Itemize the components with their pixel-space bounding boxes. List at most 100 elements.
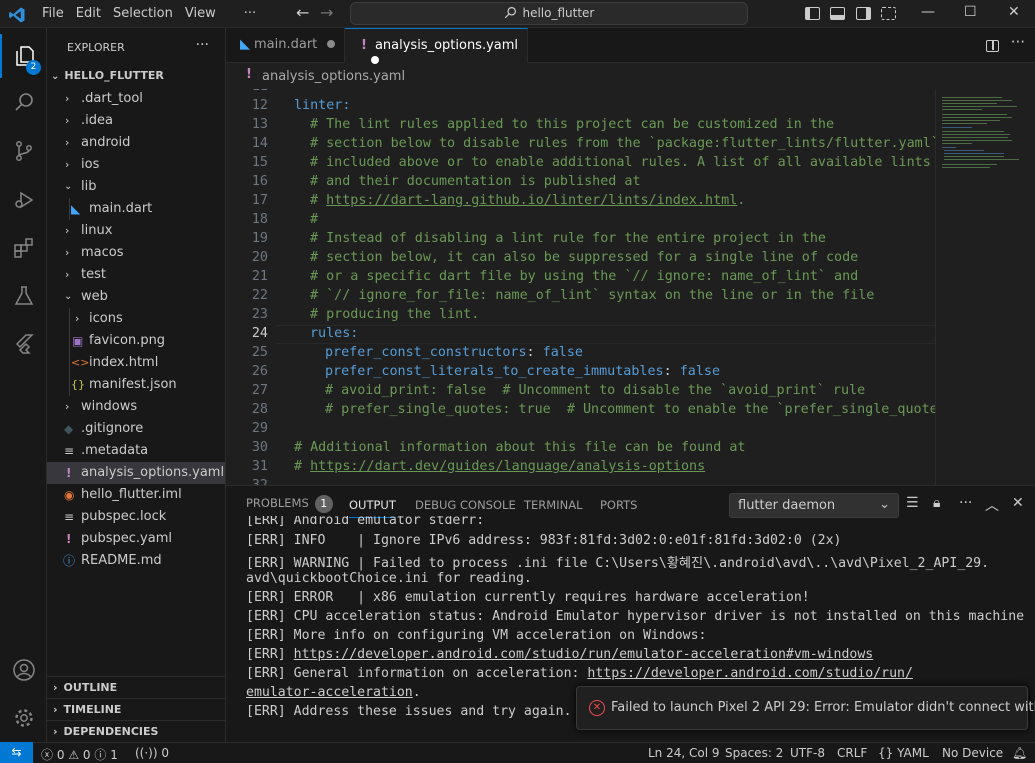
menu-more[interactable]: ···	[244, 0, 264, 28]
tree-item-lib[interactable]: ⌄ lib	[47, 176, 225, 198]
more-actions-icon[interactable]: ···	[959, 495, 972, 511]
tree-item-index-html[interactable]: <> index.html	[47, 352, 225, 374]
clear-output-icon[interactable]: ☰	[906, 495, 919, 511]
dependencies-section[interactable]: › DEPENDENCIES	[47, 720, 226, 742]
maximize-icon[interactable]: ☐	[964, 4, 977, 20]
source-control-activity[interactable]	[0, 129, 47, 173]
manage-activity[interactable]	[0, 696, 47, 740]
code-link[interactable]: https://dart.dev/guides/language/analysi…	[310, 459, 705, 474]
tree-item-test[interactable]: › test	[47, 264, 225, 286]
code-link[interactable]: https://dart-lang.github.io/linter/lints…	[326, 193, 737, 208]
tree-item-label: android	[81, 135, 131, 150]
encoding[interactable]: UTF-8	[790, 746, 825, 760]
output-link[interactable]: https://developer.android.com/studio/run…	[587, 666, 913, 681]
close-panel-icon[interactable]: ✕	[1012, 495, 1024, 511]
tree-item-label: pubspec.lock	[81, 509, 167, 524]
output-line: [ERR] Address these issues and try again…	[246, 704, 572, 719]
more-actions-icon[interactable]: ···	[1011, 33, 1025, 51]
ports-status[interactable]: ((·)) 0	[135, 746, 169, 760]
tree-item-main-dart[interactable]: ◣ main.dart	[47, 198, 225, 220]
tab-analysis-options[interactable]: ! analysis_options.yaml	[345, 28, 528, 64]
output-link[interactable]: emulator-acceleration	[246, 685, 413, 700]
toggle-secondary-sidebar-icon[interactable]	[856, 7, 871, 20]
tab-output[interactable]: OUTPUT	[349, 498, 396, 518]
problems-status[interactable]: ⓧ 0 ⚠ 0 ⓘ 1	[41, 746, 118, 763]
menu-edit[interactable]: Edit	[76, 0, 109, 28]
output-channel-select[interactable]: flutter daemon ⌄	[729, 493, 899, 518]
toggle-primary-sidebar-icon[interactable]	[805, 7, 820, 20]
notifications-bell-icon[interactable]: 🔔︎	[1012, 746, 1027, 760]
error-notification[interactable]: ✕ Failed to launch Pixel 2 API 29: Error…	[576, 686, 1035, 730]
explorer-activity[interactable]: 2	[0, 34, 47, 78]
code-line: # https://dart.dev/guides/language/analy…	[294, 459, 705, 474]
menu-file[interactable]: File	[42, 0, 72, 28]
minimap[interactable]	[935, 89, 1035, 485]
close-window-icon[interactable]: ✕	[1008, 4, 1020, 20]
tab-main-dart[interactable]: ◣ main.dart	[226, 28, 345, 63]
code-editor[interactable]: 11 12 13 14 15 16 17 18 19 20 21 22 23 2…	[226, 89, 935, 485]
tree-item-ios[interactable]: › ios	[47, 154, 225, 176]
language-mode[interactable]: {} YAML	[878, 746, 929, 760]
tree-item-readme[interactable]: ⓘ README.md	[47, 550, 225, 572]
tree-item-web[interactable]: ⌄ web	[47, 286, 225, 308]
editor-tabs: ◣ main.dart ! analysis_options.yaml ···	[226, 28, 1035, 64]
tree-item-label: .gitignore	[81, 421, 144, 436]
tree-item-iml[interactable]: ◉ hello_flutter.iml	[47, 484, 225, 506]
tree-item-windows[interactable]: › windows	[47, 396, 225, 418]
remote-indicator-icon[interactable]: ⇆	[0, 742, 33, 763]
tree-item-android[interactable]: › android	[47, 132, 225, 154]
lock-scroll-icon[interactable]: 🔒︎	[933, 495, 940, 511]
tree-item-pubspec-lock[interactable]: ≡ pubspec.lock	[47, 506, 225, 528]
workspace-root[interactable]: ⌄ HELLO_FLUTTER	[47, 66, 225, 88]
cursor-position[interactable]: Ln 24, Col 9	[648, 746, 720, 760]
flutter-device[interactable]: No Device	[942, 746, 1003, 760]
menu-view[interactable]: View	[185, 0, 224, 28]
tree-item-metadata[interactable]: ≡ .metadata	[47, 440, 225, 462]
yaml-key: prefer_const_constructors	[325, 345, 527, 360]
end-of-line[interactable]: CRLF	[837, 746, 867, 760]
tree-item-gitignore[interactable]: ◆ .gitignore	[47, 418, 225, 440]
tree-item-macos[interactable]: › macos	[47, 242, 225, 264]
tab-debug-console[interactable]: DEBUG CONSOLE	[415, 498, 516, 512]
line-number: 25	[251, 345, 268, 360]
line-number: 29	[251, 421, 268, 436]
customize-layout-icon[interactable]	[881, 7, 896, 20]
search-activity[interactable]	[0, 80, 47, 124]
tree-item-icons[interactable]: › icons	[47, 308, 225, 330]
command-center-search[interactable]: hello_flutter	[350, 2, 748, 25]
status-bar: ⇆ ⓧ 0 ⚠ 0 ⓘ 1 ((·)) 0 Ln 24, Col 9 Space…	[0, 742, 1035, 763]
tree-item-dart-tool[interactable]: › .dart_tool	[47, 88, 225, 110]
indentation[interactable]: Spaces: 2	[725, 746, 783, 760]
tree-item-label: test	[81, 267, 106, 282]
tree-item-analysis-options[interactable]: ! analysis_options.yaml	[47, 462, 225, 484]
run-debug-activity[interactable]	[0, 178, 47, 222]
testing-activity[interactable]	[0, 274, 47, 318]
back-arrow-icon[interactable]: ←	[296, 3, 309, 22]
accounts-activity[interactable]	[0, 648, 47, 692]
outline-section[interactable]: › OUTLINE	[47, 676, 226, 698]
split-editor-icon[interactable]	[986, 40, 999, 52]
line-number: 22	[251, 288, 268, 303]
flutter-activity[interactable]	[0, 322, 47, 366]
maximize-panel-icon[interactable]: ︿	[985, 495, 999, 515]
tab-problems[interactable]: PROBLEMS 1	[246, 495, 333, 513]
forward-arrow-icon[interactable]: →	[320, 3, 333, 22]
tab-ports[interactable]: PORTS	[600, 498, 637, 512]
tree-item-label: manifest.json	[89, 377, 177, 392]
tree-item-linux[interactable]: › linux	[47, 220, 225, 242]
menu-selection[interactable]: Selection	[113, 0, 181, 28]
tab-terminal[interactable]: TERMINAL	[524, 498, 582, 512]
timeline-section[interactable]: › TIMELINE	[47, 698, 226, 720]
output-link[interactable]: https://developer.android.com/studio/run…	[294, 647, 874, 662]
chevron-down-icon: ⌄	[879, 497, 890, 512]
tree-item-manifest[interactable]: {} manifest.json	[47, 374, 225, 396]
extensions-activity[interactable]	[0, 226, 47, 270]
toggle-panel-icon[interactable]	[830, 7, 845, 20]
menu-bar: File Edit Selection View ···	[42, 0, 268, 28]
breadcrumb-file[interactable]: analysis_options.yaml	[262, 69, 405, 84]
tree-item-idea[interactable]: › .idea	[47, 110, 225, 132]
minimize-icon[interactable]: —	[921, 4, 935, 20]
tree-item-favicon[interactable]: ▣ favicon.png	[47, 330, 225, 352]
tree-item-pubspec-yaml[interactable]: ! pubspec.yaml	[47, 528, 225, 550]
more-actions-icon[interactable]: ···	[196, 37, 209, 53]
